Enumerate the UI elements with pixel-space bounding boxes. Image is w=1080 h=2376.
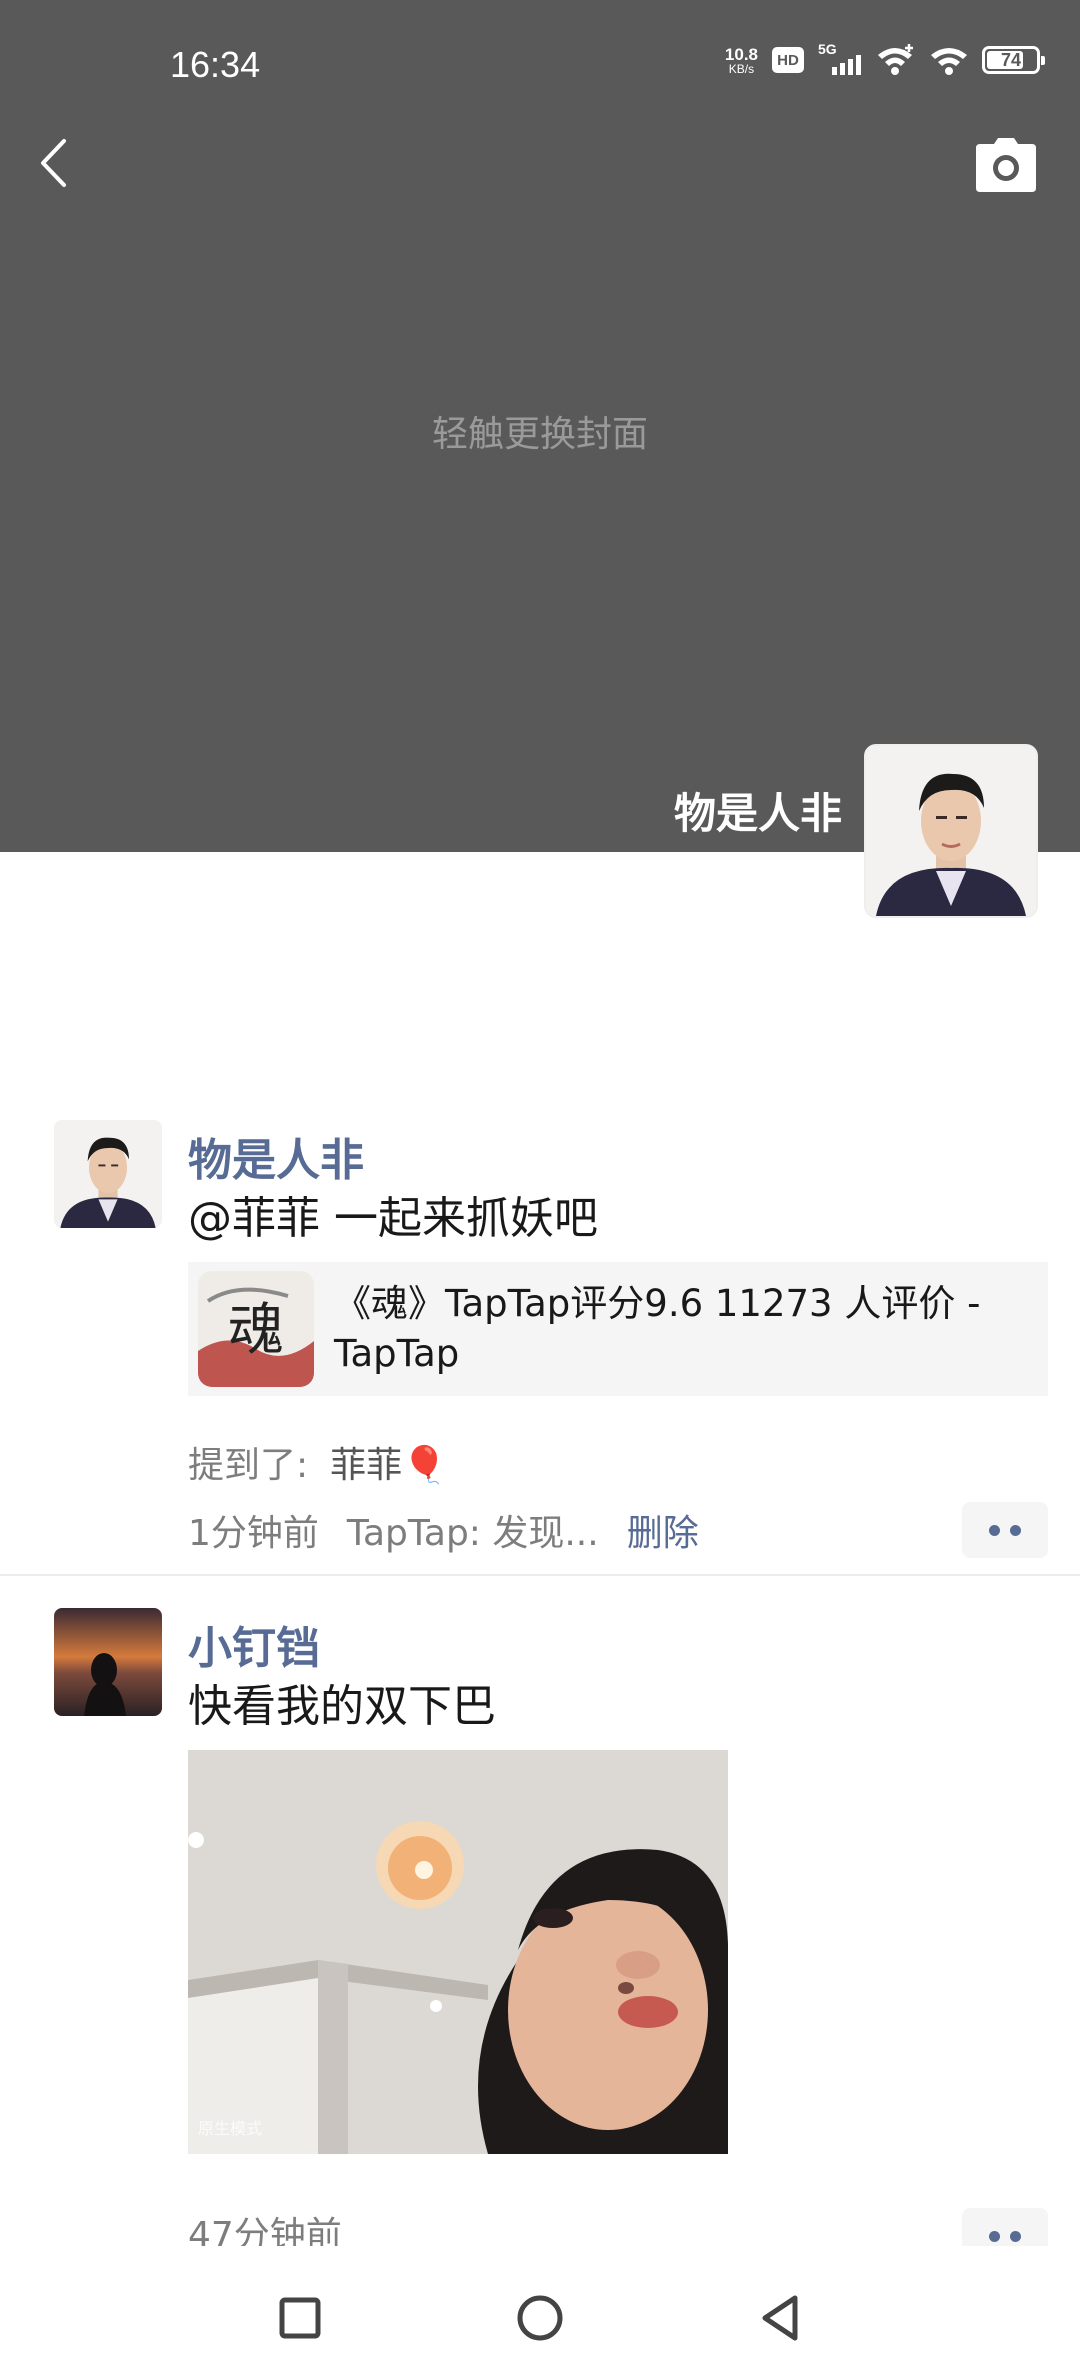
network-speed: 10.8 KB/s [725,46,758,75]
post-time: 1分钟前 [188,1513,319,1554]
wifi-plus-icon [878,44,913,75]
network-type-label: 5G [818,41,837,57]
post-source[interactable]: TapTap: 发现... [347,1504,599,1556]
moments-screen: 16:34 10.8 KB/s HD 5G 74 轻触更换封面 物是人非 物是人… [0,0,1080,2376]
post-meta: 1分钟前 TapTap: 发现... 删除 [188,1504,699,1556]
circle-icon [517,2295,563,2341]
delete-button[interactable]: 删除 [627,1504,699,1556]
battery-level: 74 [1000,49,1022,70]
change-cover-hint[interactable]: 轻触更换封面 [0,405,1080,457]
camera-button[interactable] [974,138,1038,192]
status-bar: 16:34 10.8 KB/s HD 5G 74 [0,0,1080,130]
post-avatar[interactable] [54,1608,162,1716]
link-thumbnail: 魂 [198,1271,314,1387]
system-nav-bar [0,2246,1080,2376]
link-thumb-glyph: 魂 [228,1298,284,1363]
post-avatar[interactable] [54,1120,162,1228]
cellular-signal-icon: 5G [818,41,862,75]
chevron-left-icon [41,139,66,187]
link-title: 《魂》TapTap评分9.6 11273 人评价 - TapTap [334,1282,981,1375]
status-time: 16:34 [170,44,261,85]
status-icons: 10.8 KB/s HD 5G 74 [725,41,1045,76]
hd-icon: HD [772,47,804,73]
post-divider [0,1574,1080,1576]
cover-area[interactable]: 16:34 10.8 KB/s HD 5G 74 轻触更换封面 物是人非 [0,0,1080,852]
mentioned-row: 提到了: 菲菲🎈 [188,1436,447,1488]
camera-icon [976,138,1036,192]
profile-name: 物是人非 [673,789,842,838]
post-author-name[interactable]: 物是人非 [188,1124,364,1188]
square-icon [279,2297,321,2339]
mentioned-user[interactable]: 菲菲🎈 [330,1436,447,1488]
post-text: @菲菲 一起来抓妖吧 [188,1193,598,1244]
battery-icon: 74 [982,46,1045,74]
post-author-name[interactable]: 小钉铛 [188,1612,320,1676]
back-nav-button[interactable] [744,2282,816,2354]
recent-apps-button[interactable] [264,2282,336,2354]
wifi-icon [931,48,967,75]
moment-post: 小钉铛 快看我的双下巴 原生模式 47分钟前 [0,1608,1080,2264]
post-text: 快看我的双下巴 [188,1681,496,1732]
home-button[interactable] [504,2282,576,2354]
more-dots-icon [989,1524,1000,1536]
mentioned-label: 提到了: [188,1445,309,1486]
post-photo[interactable]: 原生模式 [188,1750,728,2154]
more-button[interactable] [962,1502,1048,1558]
shared-link-card[interactable]: 魂 《魂》TapTap评分9.6 11273 人评价 - TapTap [188,1262,1048,1396]
triangle-back-icon [762,2295,798,2341]
photo-watermark: 原生模式 [198,2119,262,2138]
network-speed-unit: KB/s [728,61,755,76]
moment-post: 物是人非 @菲菲 一起来抓妖吧 魂 《魂》TapTap评分9.6 11273 人… [0,1120,1080,1580]
profile-avatar[interactable] [864,744,1038,918]
network-speed-value: 10.8 [724,44,758,64]
back-button[interactable] [28,132,78,194]
more-dots-icon [989,2230,1000,2242]
